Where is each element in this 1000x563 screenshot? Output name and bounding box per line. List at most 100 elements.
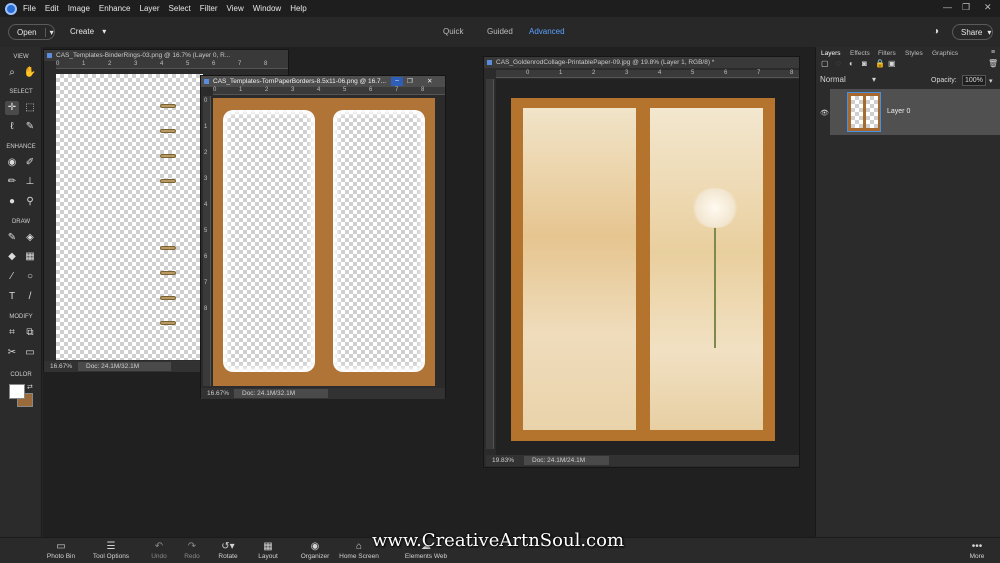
menu-edit[interactable]: Edit <box>45 4 59 13</box>
flower-stem-image <box>714 208 716 348</box>
transparent-canvas[interactable] <box>56 74 203 360</box>
blend-mode-select[interactable]: Normal ▾ <box>820 75 880 86</box>
layout-button[interactable]: ▦ Layout <box>256 540 280 560</box>
move-icon[interactable]: ✛ <box>5 101 19 115</box>
quick-selection-icon[interactable]: ✎ <box>23 120 37 134</box>
tab-quick[interactable]: Quick <box>443 27 463 36</box>
menu-filter[interactable]: Filter <box>200 4 218 13</box>
panel-menu-icon[interactable]: ≡ <box>991 49 995 56</box>
close-icon[interactable]: ✕ <box>427 76 432 87</box>
chevron-down-icon[interactable]: ▾ <box>989 77 993 85</box>
straighten-icon[interactable]: ▭ <box>23 346 37 360</box>
sponge-icon[interactable]: ⚲ <box>23 195 37 209</box>
menu-layer[interactable]: Layer <box>140 4 160 13</box>
menu-file[interactable]: File <box>23 4 36 13</box>
zoom-icon[interactable]: ⌕ <box>5 66 19 80</box>
tab-advanced[interactable]: Advanced <box>529 27 565 36</box>
lasso-icon[interactable]: ℓ <box>5 120 19 134</box>
restore-icon[interactable]: ❐ <box>962 2 970 13</box>
menu-select[interactable]: Select <box>169 4 191 13</box>
document-size[interactable]: Doc: 24.1M/32.1M <box>234 389 328 398</box>
layer-mask-icon[interactable]: ◙ <box>862 59 867 68</box>
trash-icon[interactable]: 🗑 <box>988 59 998 68</box>
paint-bucket-icon[interactable]: ◆ <box>5 250 19 264</box>
swap-colors-icon[interactable]: ⇄ <box>27 383 33 391</box>
section-view: VIEW <box>13 54 29 60</box>
document-title[interactable]: CAS_Templates-BinderRings-03.png @ 16.7%… <box>44 50 288 61</box>
document-title[interactable]: CAS_Templates-TornPaperBorders-8.5x11-06… <box>201 76 445 87</box>
create-label: Create <box>70 27 95 36</box>
open-button[interactable]: Open ▾ <box>8 24 55 40</box>
more-button[interactable]: ••• More <box>966 540 988 560</box>
visibility-eye-icon[interactable]: 👁 <box>820 109 829 117</box>
zoom-level[interactable]: 16.67% <box>207 388 229 399</box>
healing-brush-icon[interactable]: ✐ <box>23 156 37 170</box>
binder-ring-image <box>160 104 176 108</box>
layer-name[interactable]: Layer 0 <box>887 108 910 115</box>
redo-button[interactable]: ↷ Redo <box>181 540 203 560</box>
restore-icon[interactable]: ❐ <box>407 76 413 87</box>
adjustment-layer-icon[interactable]: ◐ <box>849 59 854 68</box>
ruler-number: 7 <box>204 280 208 286</box>
undo-button[interactable]: ↶ Undo <box>148 540 170 560</box>
tab-graphics[interactable]: Graphics <box>932 50 958 57</box>
text-icon[interactable]: T <box>5 290 19 304</box>
eyedropper-icon[interactable]: ⁄ <box>5 270 19 284</box>
blur-icon[interactable]: ● <box>5 195 19 209</box>
tab-filters[interactable]: Filters <box>878 50 896 57</box>
tab-styles[interactable]: Styles <box>905 50 923 57</box>
share-button[interactable]: Share ▾ <box>952 24 993 40</box>
menu-help[interactable]: Help <box>290 4 306 13</box>
photo-bin-button[interactable]: ▭ Photo Bin <box>46 540 76 560</box>
foreground-color-swatch[interactable] <box>9 384 25 399</box>
theme-toggle-icon[interactable]: ◑ <box>933 26 939 37</box>
organizer-button[interactable]: ◉ Organizer <box>298 540 332 560</box>
ruler-number: 1 <box>82 61 86 67</box>
smart-brush-icon[interactable]: ✏ <box>5 175 19 189</box>
layer-thumbnail[interactable] <box>847 92 881 132</box>
shape-icon[interactable]: ○ <box>23 270 37 284</box>
recompose-icon[interactable]: ⧉ <box>23 326 37 340</box>
document-title[interactable]: CAS_GoldenrodCollage-PrintablePaper-09.j… <box>484 57 799 68</box>
torn-paper-border-image[interactable] <box>213 98 435 386</box>
document-size[interactable]: Doc: 24.1M/24.1M <box>524 456 609 465</box>
gradient-icon[interactable]: ▦ <box>23 250 37 264</box>
new-layer-icon[interactable]: ▢ <box>821 59 829 68</box>
tab-layers[interactable]: Layers <box>821 50 841 57</box>
eye-icon[interactable]: ◉ <box>5 156 19 170</box>
hand-icon[interactable]: ✋ <box>23 66 37 80</box>
collage-paper-image[interactable] <box>511 98 775 441</box>
lock-icon[interactable]: 🔒 <box>875 59 885 68</box>
left-transparent-window <box>223 110 315 372</box>
new-group-icon[interactable]: ◌ <box>836 59 841 68</box>
chevron-down-icon[interactable]: ▾ <box>44 27 54 37</box>
layer-thumbnail-right <box>866 96 878 128</box>
eraser-icon[interactable]: ◈ <box>23 231 37 245</box>
clone-stamp-icon[interactable]: ⊥ <box>23 175 37 189</box>
pencil-icon[interactable]: / <box>23 290 37 304</box>
document-window-torn-paper-borders[interactable]: CAS_Templates-TornPaperBorders-8.5x11-06… <box>200 75 446 399</box>
brush-icon[interactable]: ✎ <box>5 231 19 245</box>
content-move-icon[interactable]: ✂ <box>5 346 19 360</box>
document-window-goldenrod-collage[interactable]: CAS_GoldenrodCollage-PrintablePaper-09.j… <box>483 56 800 468</box>
menu-view[interactable]: View <box>227 4 244 13</box>
zoom-level[interactable]: 19.83% <box>492 455 514 466</box>
menu-image[interactable]: Image <box>68 4 90 13</box>
tool-options-button[interactable]: ☰ Tool Options <box>90 540 132 560</box>
zoom-level[interactable]: 16.67% <box>50 361 72 372</box>
menu-enhance[interactable]: Enhance <box>99 4 131 13</box>
rotate-button[interactable]: ↺▾ Rotate <box>215 540 241 560</box>
crop-icon[interactable]: ⌗ <box>5 326 19 340</box>
close-icon[interactable]: ✕ <box>984 2 992 13</box>
minimize-icon[interactable]: — <box>943 2 952 12</box>
minimize-icon[interactable]: – <box>391 77 403 86</box>
marquee-icon[interactable]: ⬚ <box>23 101 37 115</box>
create-button[interactable]: Create ▾ <box>70 27 106 36</box>
tab-effects[interactable]: Effects <box>850 50 870 57</box>
opacity-input[interactable]: 100% <box>962 75 986 86</box>
tab-guided[interactable]: Guided <box>487 27 513 36</box>
menu-window[interactable]: Window <box>253 4 281 13</box>
layer-row[interactable]: Layer 0 <box>830 89 1000 135</box>
lock-all-icon[interactable]: ▣ <box>888 59 896 68</box>
document-size[interactable]: Doc: 24.1M/32.1M <box>78 362 171 371</box>
